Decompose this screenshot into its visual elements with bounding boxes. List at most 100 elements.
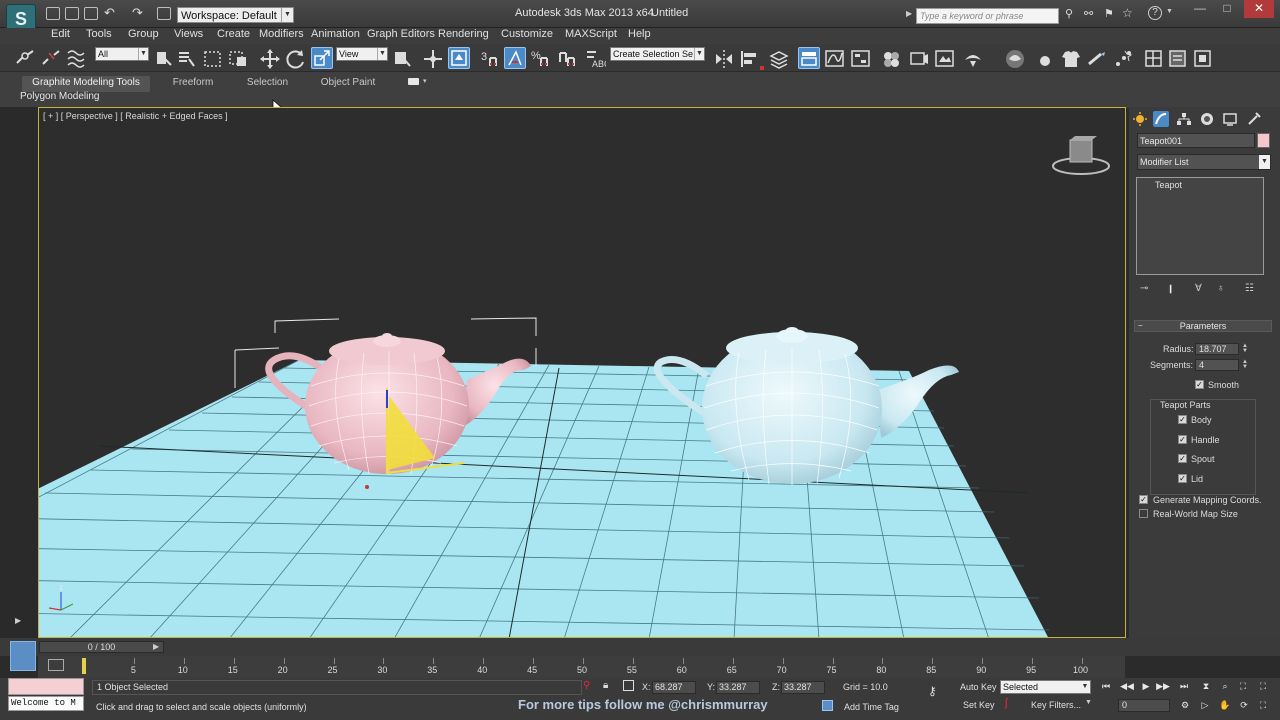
segments-spinner[interactable]: 4 ▲ ▼	[1195, 359, 1248, 371]
help-search-input[interactable]: Type a keyword or phrase	[916, 8, 1059, 24]
create-tab-icon[interactable]	[1132, 111, 1148, 127]
viewport-layout-icon[interactable]	[1143, 48, 1165, 70]
smooth-checkbox[interactable]: ✓	[1195, 380, 1204, 389]
ribbon-panel-polygon-modeling[interactable]: Polygon Modeling	[20, 91, 100, 102]
material-editor-icon[interactable]	[880, 48, 902, 70]
favorites-star-icon[interactable]: ☆	[1122, 6, 1133, 20]
time-slider-next-icon[interactable]: ▶	[153, 642, 159, 651]
modifier-stack[interactable]: Teapot	[1136, 177, 1264, 275]
key-mode-toggle-icon[interactable]: ⧗	[1199, 680, 1213, 693]
subscription-icon[interactable]: ⚯	[1084, 7, 1093, 20]
real-world-map-checkbox[interactable]	[1139, 509, 1148, 518]
graphite-ribbon-toggle-button[interactable]	[798, 47, 820, 69]
container-icon[interactable]	[1192, 48, 1214, 70]
open-mini-curve-editor-icon[interactable]	[48, 659, 64, 671]
spinner-arrows-icon[interactable]: ▲ ▼	[1242, 343, 1248, 354]
select-by-name-icon[interactable]	[177, 49, 197, 69]
pin-stack-icon[interactable]: ⊸	[1140, 283, 1153, 296]
expand-arrow-icon[interactable]: ▶	[15, 616, 21, 625]
select-object-icon[interactable]	[155, 49, 173, 69]
modifier-list-dropdown[interactable]: Modifier List ▼	[1137, 154, 1271, 170]
go-to-end-icon[interactable]: ⏭	[1177, 680, 1191, 693]
maxscript-listener-input[interactable]	[8, 678, 84, 695]
ribbon-minimize-icon[interactable]	[408, 78, 419, 85]
tab-freeform[interactable]: Freeform	[163, 76, 223, 92]
menu-rendering[interactable]: Rendering	[438, 28, 489, 44]
menu-maxscript[interactable]: MAXScript	[565, 28, 617, 44]
z-coord-field[interactable]: 33.287	[781, 681, 825, 694]
close-button[interactable]: ✕	[1244, 0, 1274, 18]
absolute-mode-icon[interactable]	[623, 680, 634, 691]
generate-mapping-checkbox[interactable]: ✓	[1139, 495, 1148, 504]
add-time-tag[interactable]: Add Time Tag	[844, 702, 899, 712]
keyboard-shortcut-override-button[interactable]	[448, 47, 470, 69]
remove-modifier-icon[interactable]: ♁	[1217, 283, 1230, 296]
menu-views[interactable]: Views	[174, 28, 203, 44]
save-file-icon[interactable]	[84, 7, 98, 20]
binoculars-icon[interactable]: ⚲	[1065, 7, 1073, 20]
communication-icon[interactable]: ⚑	[1104, 7, 1114, 20]
menu-customize[interactable]: Customize	[501, 28, 553, 44]
current-frame-field[interactable]: 0	[1118, 699, 1170, 712]
go-to-start-icon[interactable]: ⏮	[1099, 680, 1113, 693]
tea-mental-ray-icon[interactable]	[1003, 47, 1027, 71]
selection-filter-dropdown[interactable]: All ▼	[95, 47, 149, 61]
maximize-button[interactable]: □	[1214, 0, 1240, 18]
rectangular-selection-region-icon[interactable]	[203, 49, 223, 69]
object-name-field[interactable]: Teapot001	[1137, 133, 1255, 148]
display-tab-icon[interactable]	[1222, 111, 1238, 127]
set-key-button[interactable]: Set Key	[963, 700, 995, 710]
zoom-extents-all-icon[interactable]: ⛶	[1256, 680, 1270, 693]
stack-item-teapot[interactable]: Teapot	[1155, 180, 1182, 190]
render-setup-icon[interactable]	[908, 48, 930, 70]
scene-explorer-icon[interactable]	[1167, 48, 1189, 70]
undo-icon[interactable]: ↶	[104, 5, 115, 21]
key-set-dropdown[interactable]: Selected ▼	[1000, 680, 1091, 694]
object-color-swatch[interactable]	[1257, 133, 1270, 148]
make-unique-icon[interactable]: ∀	[1195, 283, 1208, 296]
maximize-viewport-icon[interactable]: ⛶	[1256, 699, 1270, 712]
perspective-viewport[interactable]: [ + ] [ Perspective ] [ Realistic + Edge…	[38, 107, 1126, 638]
select-and-rotate-icon[interactable]	[285, 48, 307, 70]
select-and-scale-button[interactable]	[311, 47, 333, 69]
key-filters-dropdown-icon[interactable]: ▼	[1085, 699, 1092, 706]
ribbon-options-icon[interactable]: ▾	[423, 77, 427, 85]
hierarchy-tab-icon[interactable]	[1176, 111, 1192, 127]
bind-to-space-warp-icon[interactable]	[66, 49, 88, 69]
y-coord-field[interactable]: 33.287	[716, 681, 760, 694]
unlink-selection-icon[interactable]	[40, 49, 62, 69]
tab-object-paint[interactable]: Object Paint	[313, 76, 383, 92]
field-of-view-icon[interactable]: ▷	[1198, 699, 1212, 712]
schematic-view-icon[interactable]	[850, 48, 872, 70]
use-pivot-point-center-icon[interactable]	[392, 49, 414, 69]
align-icon[interactable]	[738, 48, 760, 70]
minimize-button[interactable]: —	[1187, 0, 1213, 18]
redo-icon[interactable]: ↷	[132, 5, 143, 21]
spinner-snap-toggle-icon[interactable]	[556, 48, 578, 70]
search-arrow-icon[interactable]: ▶	[906, 9, 912, 18]
menu-graph-editors[interactable]: Graph Editors	[367, 28, 435, 44]
curve-editor-icon[interactable]	[824, 48, 846, 70]
show-end-result-icon[interactable]: Ⅰ	[1169, 283, 1182, 296]
maxscript-listener-output[interactable]: Welcome to M	[8, 696, 84, 711]
rendered-frame-window-icon[interactable]	[934, 48, 956, 70]
tab-graphite-modeling-tools[interactable]: Graphite Modeling Tools	[22, 76, 150, 92]
configure-modifier-sets-icon[interactable]: ☷	[1245, 283, 1258, 296]
motion-tab-icon[interactable]	[1199, 111, 1215, 127]
angle-snap-toggle-button[interactable]	[504, 47, 526, 69]
sphere-object-icon[interactable]	[1035, 49, 1055, 69]
window-crossing-icon[interactable]	[228, 49, 250, 69]
viewcube-icon[interactable]	[1051, 136, 1113, 178]
play-icon[interactable]: ▶	[1139, 680, 1153, 693]
select-and-manipulate-icon[interactable]	[422, 48, 444, 70]
menu-create[interactable]: Create	[217, 28, 250, 44]
key-filters-button[interactable]: Key Filters...	[1031, 700, 1081, 710]
tab-selection[interactable]: Selection	[240, 76, 295, 92]
lid-checkbox[interactable]: ✓	[1178, 474, 1187, 483]
time-slider[interactable]: 0 / 100	[39, 641, 164, 653]
new-file-icon[interactable]	[46, 7, 60, 20]
help-icon[interactable]: ?	[1148, 6, 1162, 20]
select-and-move-icon[interactable]	[259, 48, 281, 70]
snaps-toggle-icon[interactable]: 3	[480, 48, 502, 70]
help-dropdown-icon[interactable]: ▼	[1166, 8, 1173, 15]
